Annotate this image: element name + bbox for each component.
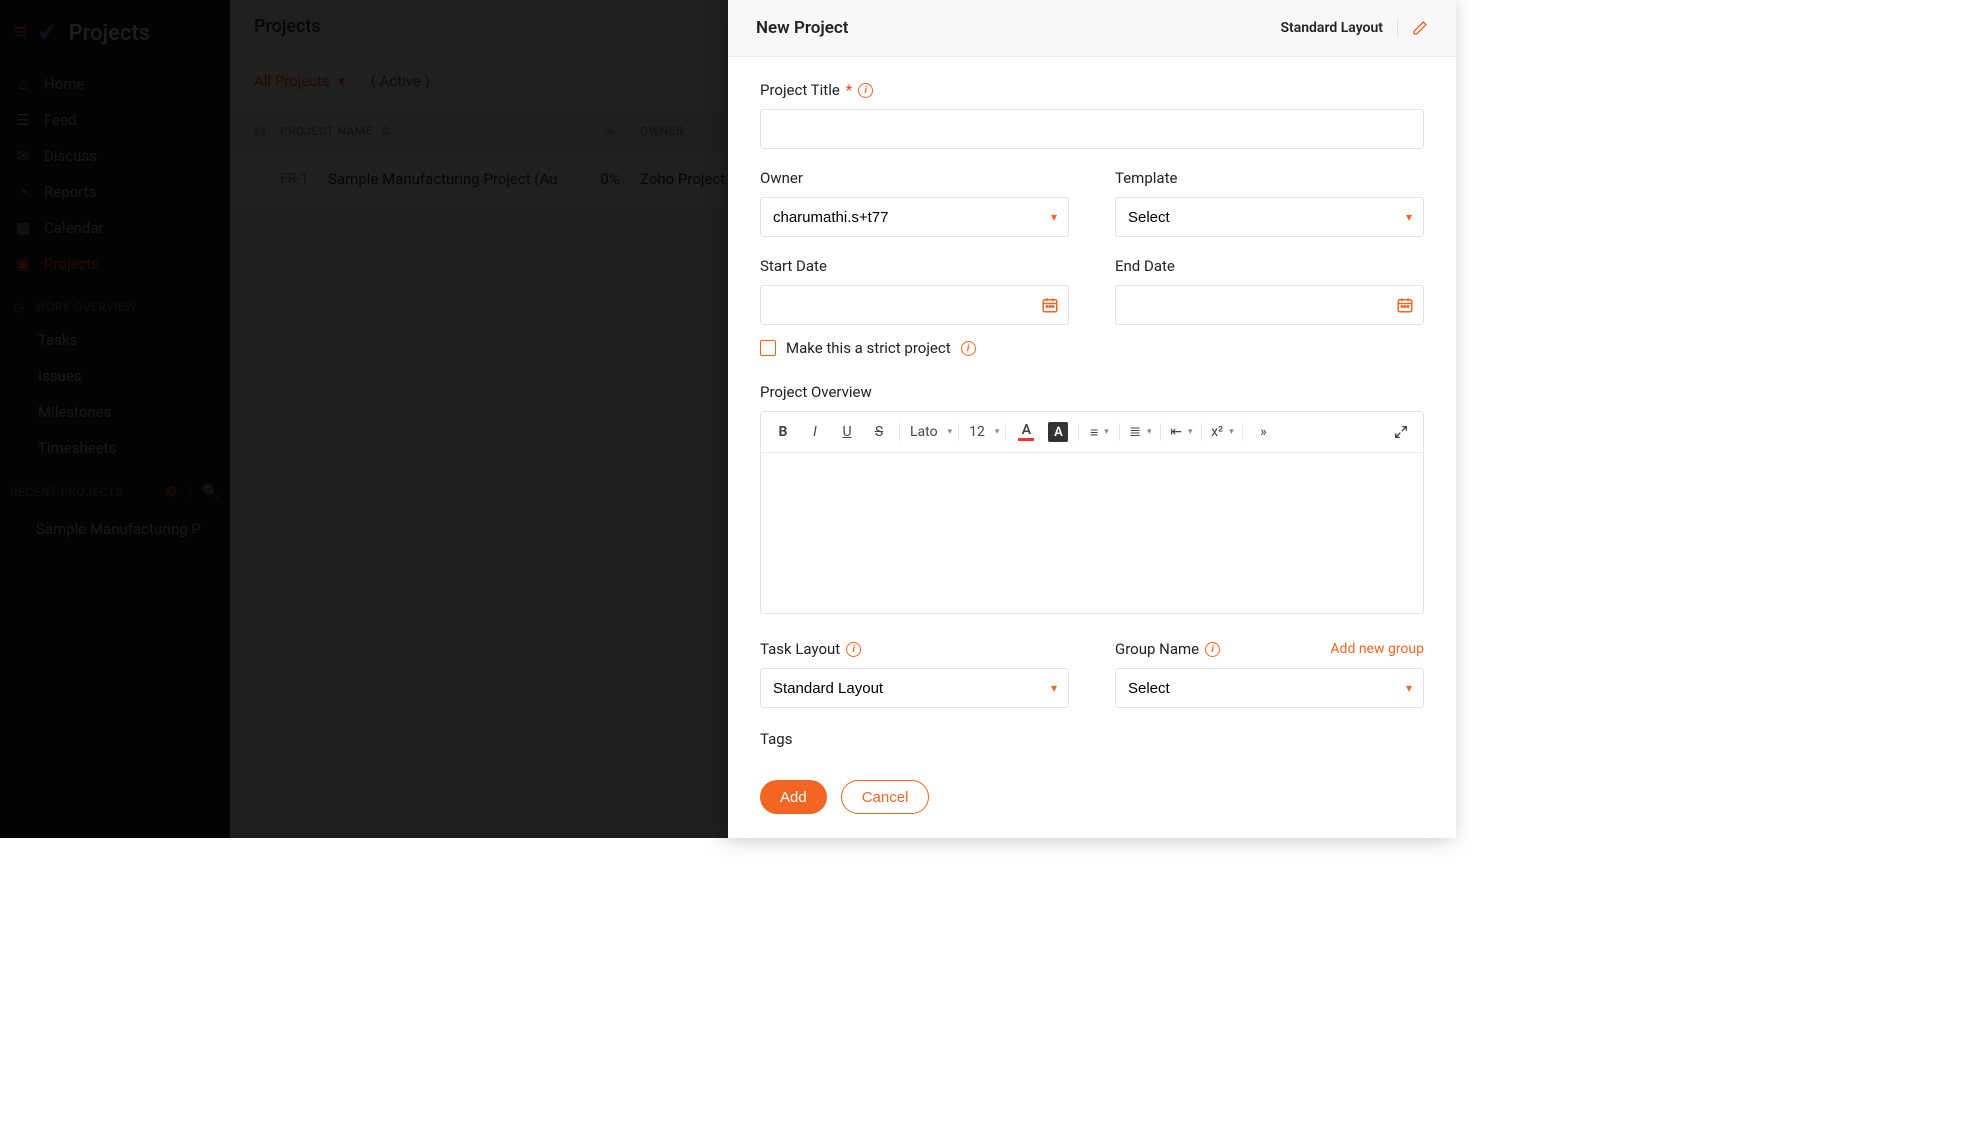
task-layout-label: Task Layout i [760, 640, 1069, 658]
group-name-value[interactable] [1115, 668, 1424, 708]
overview-label: Project Overview [760, 383, 1424, 401]
group-name-label-row: Group Name i Add new group [1115, 640, 1424, 658]
more-button[interactable]: » [1249, 418, 1277, 446]
end-date-input[interactable] [1115, 285, 1424, 325]
start-date-label: Start Date [760, 257, 1069, 275]
rte-textarea[interactable] [761, 453, 1423, 613]
separator [1119, 423, 1120, 441]
edit-icon[interactable] [1412, 20, 1428, 36]
template-value[interactable] [1115, 197, 1424, 237]
align-button[interactable]: ≡▾ [1085, 418, 1113, 446]
add-new-group-link[interactable]: Add new group [1330, 641, 1424, 657]
group-name-field: Group Name i Add new group ▾ [1115, 640, 1424, 708]
start-date-input-wrap[interactable] [760, 285, 1069, 325]
tags-label: Tags [760, 730, 1424, 748]
indent-button[interactable]: ⇤▾ [1167, 418, 1195, 446]
separator [1005, 423, 1006, 441]
info-icon[interactable]: i [858, 83, 873, 98]
text-color-button[interactable]: A [1012, 418, 1040, 446]
info-icon[interactable]: i [961, 341, 976, 356]
template-select[interactable]: ▾ [1115, 197, 1424, 237]
highlight-color-button[interactable]: A [1044, 418, 1072, 446]
project-title-input[interactable] [760, 109, 1424, 149]
strict-project-checkbox-row[interactable]: Make this a strict project i [760, 339, 1069, 357]
layout-name[interactable]: Standard Layout [1280, 20, 1383, 36]
group-name-label: Group Name [1115, 640, 1199, 658]
italic-button[interactable]: I [801, 418, 829, 446]
group-name-select[interactable]: ▾ [1115, 668, 1424, 708]
strikethrough-button[interactable]: S [865, 418, 893, 446]
separator [1397, 19, 1398, 37]
underline-button[interactable]: U [833, 418, 861, 446]
font-size-select[interactable]: 12▾ [965, 418, 999, 446]
template-field: Template ▾ [1115, 169, 1424, 237]
drawer-footer: Add Cancel [728, 768, 1456, 838]
rte-toolbar: B I U S Lato▾ 12▾ A A [761, 412, 1423, 453]
drawer-header: New Project Standard Layout [728, 0, 1456, 57]
owner-label: Owner [760, 169, 1069, 187]
owner-select[interactable]: ▾ [760, 197, 1069, 237]
owner-field: Owner ▾ [760, 169, 1069, 237]
cancel-button[interactable]: Cancel [841, 780, 930, 814]
task-layout-select[interactable]: ▾ [760, 668, 1069, 708]
drawer-title: New Project [756, 18, 848, 38]
bold-button[interactable]: B [769, 418, 797, 446]
font-family-select[interactable]: Lato▾ [906, 418, 952, 446]
end-date-input-wrap[interactable] [1115, 285, 1424, 325]
info-icon[interactable]: i [846, 642, 861, 657]
task-layout-value[interactable] [760, 668, 1069, 708]
separator [1078, 423, 1079, 441]
separator [1242, 423, 1243, 441]
separator [958, 423, 959, 441]
add-button[interactable]: Add [760, 780, 827, 814]
owner-value[interactable] [760, 197, 1069, 237]
separator [1160, 423, 1161, 441]
start-date-field: Start Date Make this a strict project i [760, 257, 1069, 357]
strict-label: Make this a strict project [786, 339, 951, 357]
superscript-button[interactable]: x²▾ [1208, 418, 1236, 446]
start-date-input[interactable] [760, 285, 1069, 325]
template-label: Template [1115, 169, 1424, 187]
separator [899, 423, 900, 441]
info-icon[interactable]: i [1205, 642, 1220, 657]
list-button[interactable]: ≣▾ [1126, 418, 1154, 446]
checkbox[interactable] [760, 340, 776, 356]
expand-button[interactable] [1387, 418, 1415, 446]
end-date-label: End Date [1115, 257, 1424, 275]
project-title-label: Project Title* i [760, 81, 1424, 99]
separator [1201, 423, 1202, 441]
drawer-body: Project Title* i Owner ▾ Template ▾ [728, 57, 1456, 768]
end-date-field: End Date [1115, 257, 1424, 357]
task-layout-field: Task Layout i ▾ [760, 640, 1069, 708]
rich-text-editor: B I U S Lato▾ 12▾ A A [760, 411, 1424, 614]
new-project-drawer: New Project Standard Layout Project Titl… [728, 0, 1456, 838]
